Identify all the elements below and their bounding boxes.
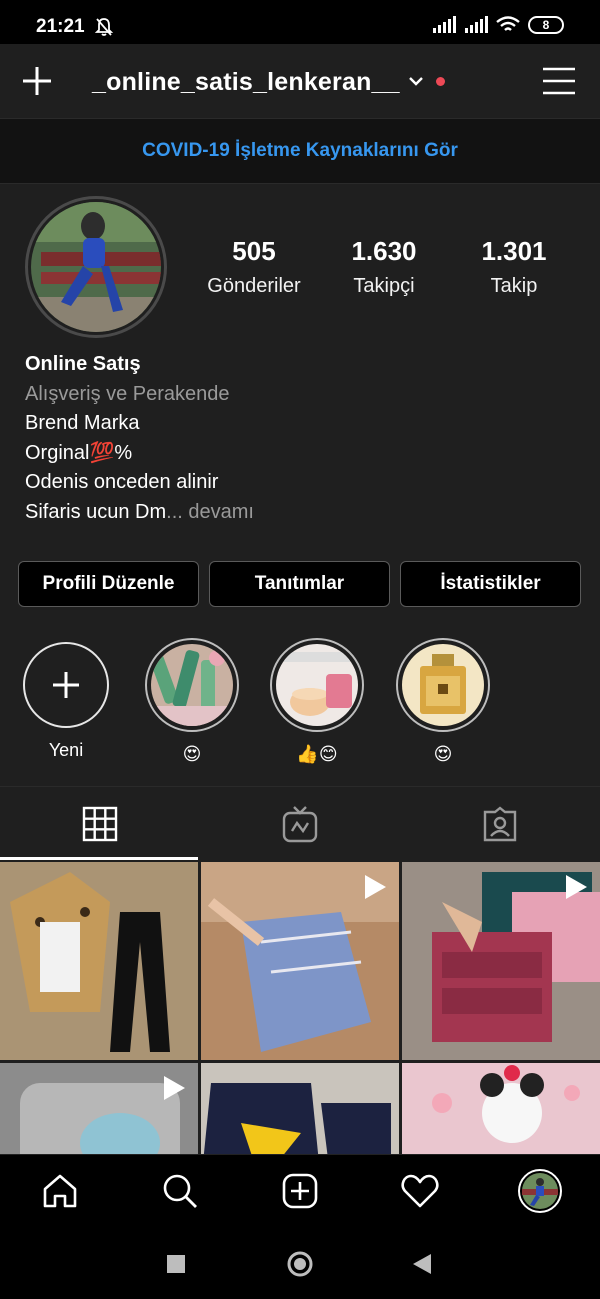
bio-line: Brend Marka (25, 412, 140, 434)
stat-followers-value: 1.630 (351, 236, 417, 266)
highlight-new[interactable]: Yeni (19, 638, 113, 761)
heart-icon (401, 1174, 439, 1208)
bottom-nav (0, 1154, 600, 1226)
plus-icon (53, 672, 79, 698)
notification-dot (436, 77, 445, 86)
circle-icon[interactable] (286, 1250, 314, 1283)
search-icon (163, 1174, 197, 1208)
bio-line-truncated: Sifaris ucun Dm... devamı (25, 498, 254, 528)
highlight-cover (151, 644, 233, 726)
stat-following-label: Takip (490, 275, 538, 297)
igtv-icon (282, 806, 318, 843)
post-thumbnail[interactable] (201, 1063, 399, 1154)
post-thumbnail[interactable] (402, 862, 600, 1060)
highlight-label: Yeni (48, 740, 84, 760)
tab-grid[interactable] (0, 787, 200, 861)
signal-icon (465, 16, 488, 33)
chevron-down-icon[interactable] (408, 74, 424, 92)
status-icons: 8 (432, 16, 564, 34)
highlight-item[interactable]: 😍 (396, 638, 490, 765)
status-time: 21:21 (36, 16, 85, 37)
highlight-item[interactable]: 👍😊 (270, 638, 364, 765)
add-highlight[interactable] (23, 642, 109, 728)
bio-line: Orginal💯% (25, 441, 133, 464)
stat-posts-value: 505 (232, 236, 276, 266)
highlight-label: 👍😊 (296, 744, 338, 764)
stat-posts[interactable]: 505 Gönderiler (189, 236, 319, 298)
header: _online_satis_lenkeran__ (0, 44, 600, 118)
profile-screen: _online_satis_lenkeran__ COVID-19 İşletm… (0, 44, 600, 1154)
stat-following-value: 1.301 (481, 236, 547, 266)
wifi-icon (496, 16, 520, 31)
menu-icon[interactable] (542, 66, 576, 101)
nav-search[interactable] (160, 1171, 200, 1211)
covid-link[interactable]: COVID-19 İşletme Kaynaklarını Gör (142, 140, 458, 162)
plus-icon[interactable] (20, 64, 54, 98)
promotions-button[interactable]: Tanıtımlar (209, 561, 390, 607)
nav-home[interactable] (40, 1171, 80, 1211)
system-nav (0, 1226, 600, 1299)
stat-followers-label: Takipçi (353, 275, 415, 297)
post-thumbnail[interactable] (0, 862, 198, 1060)
nav-activity[interactable] (400, 1171, 440, 1211)
post-thumbnail[interactable] (201, 862, 399, 1060)
back-triangle-icon[interactable] (412, 1253, 432, 1280)
video-indicator-icon (162, 1075, 186, 1106)
video-indicator-icon (564, 874, 588, 905)
highlight-cover (276, 644, 358, 726)
stat-followers[interactable]: 1.630 Takipçi (319, 236, 449, 298)
signal-icon (433, 16, 456, 33)
grid-icon (82, 806, 118, 842)
bio-line: Sifaris ucun Dm (25, 500, 167, 523)
tab-tagged[interactable] (400, 787, 600, 861)
highlight-cover (402, 644, 484, 726)
username[interactable]: _online_satis_lenkeran__ (92, 68, 400, 97)
avatar[interactable] (25, 196, 167, 338)
highlight-label: 😍 (433, 744, 453, 764)
insights-button[interactable]: İstatistikler (400, 561, 581, 607)
video-indicator-icon (363, 874, 387, 905)
stat-posts-label: Gönderiler (207, 275, 301, 297)
bio: Online Satış Alışveriş ve Perakende Bren… (25, 350, 254, 527)
status-bar: 21:21 8 (0, 0, 600, 44)
nav-profile[interactable] (516, 1167, 564, 1215)
square-icon[interactable] (166, 1254, 186, 1279)
profile-avatar (518, 1169, 562, 1213)
covid-banner[interactable]: COVID-19 İşletme Kaynaklarını Gör (0, 118, 600, 184)
highlight-label: 😍 (182, 744, 202, 764)
profile-category[interactable]: Alışveriş ve Perakende (25, 380, 254, 410)
active-tab-indicator (0, 857, 198, 860)
post-thumbnail[interactable] (0, 1063, 198, 1154)
home-icon (43, 1174, 77, 1208)
tab-igtv[interactable] (200, 787, 400, 861)
stat-following[interactable]: 1.301 Takip (449, 236, 579, 298)
add-icon (282, 1173, 318, 1209)
battery-icon: 8 (528, 16, 564, 34)
avatar-photo (31, 202, 161, 332)
highlight-item[interactable]: 😍 (145, 638, 239, 765)
tagged-icon (483, 806, 517, 842)
edit-profile-button[interactable]: Profili Düzenle (18, 561, 199, 607)
post-thumbnail[interactable] (402, 1063, 600, 1154)
profile-name: Online Satış (25, 353, 141, 375)
bio-line: Odenis onceden alinir (25, 471, 219, 493)
bell-mute-icon (94, 17, 114, 42)
more-link[interactable]: ... devamı (166, 501, 254, 523)
nav-add[interactable] (280, 1171, 320, 1211)
profile-tabs (0, 786, 600, 860)
